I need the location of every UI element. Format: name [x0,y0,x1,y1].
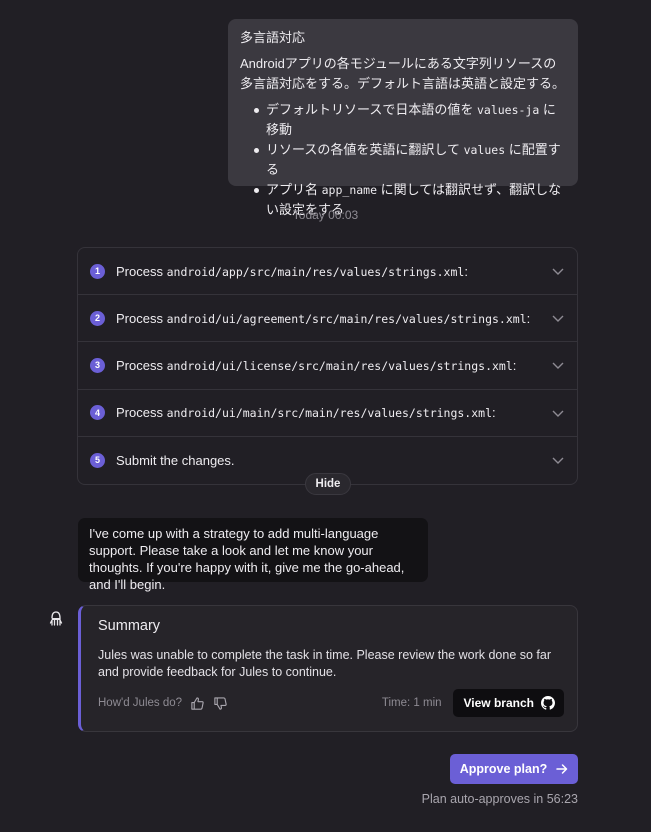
step-text: Submit the changes. [116,452,235,468]
bullet-item: リソースの各値を英語に翻訳して values に配置する [254,140,566,180]
time-label: Time: 1 min [381,697,442,709]
plan-card: 1 Process android/app/src/main/res/value… [77,247,578,485]
step-number-badge: 3 [90,357,105,373]
plan-step[interactable]: 1 Process android/app/src/main/res/value… [78,248,577,296]
step-number-badge: 2 [90,310,105,326]
step-number-badge: 5 [90,452,105,468]
feedback-prompt: How'd Jules do? [98,697,183,709]
step-text: Process android/ui/agreement/src/main/re… [116,310,531,326]
hide-plan-button[interactable]: Hide [305,473,351,495]
user-message-bubble: 多言語対応 Androidアプリの各モジュールにある文字列リソースの多言語対応を… [228,19,578,217]
approve-plan-label: Approve plan? [459,762,548,776]
step-number-badge: 1 [90,263,105,279]
chevron-down-icon[interactable] [552,313,564,323]
summary-footer: How'd Jules do? Time: 1 min View branch [98,689,564,717]
step-number-badge: 4 [90,405,105,421]
user-message-title: 多言語対応 [240,30,306,45]
view-branch-label: View branch [463,696,534,710]
auto-approve-countdown: Plan auto-approves in 56:23 [421,792,578,806]
user-message-bullets: デフォルトリソースで日本語の値を values-ja に移動 リソースの各値を英… [240,100,566,220]
step-text: Process android/ui/main/src/main/res/val… [116,405,496,421]
view-branch-button[interactable]: View branch [452,689,564,717]
thumbs-up-icon[interactable] [190,696,205,711]
plan-step[interactable]: 2 Process android/ui/agreement/src/main/… [78,295,577,343]
summary-title: Summary [98,618,161,634]
user-message-body: Androidアプリの各モジュールにある文字列リソースの多言語対応をする。デフォ… [240,56,566,91]
thumbs-down-icon[interactable] [213,696,228,711]
step-text: Process android/ui/license/src/main/res/… [116,357,517,373]
approve-plan-button[interactable]: Approve plan? [450,754,578,784]
plan-step[interactable]: 3 Process android/ui/license/src/main/re… [78,342,577,390]
jules-avatar-icon [49,611,63,626]
arrow-right-icon [556,764,568,774]
agent-message: I've come up with a strategy to add mult… [78,518,428,592]
chevron-down-icon[interactable] [552,360,564,370]
summary-body: Jules was unable to complete the task in… [98,648,552,679]
chevron-down-icon[interactable] [552,408,564,418]
message-timestamp: Today 00:03 [292,208,359,222]
github-icon [541,696,555,710]
chevron-down-icon[interactable] [552,266,564,276]
bullet-item: デフォルトリソースで日本語の値を values-ja に移動 [254,100,566,140]
summary-card: Summary Jules was unable to complete the… [78,605,578,732]
step-text: Process android/app/src/main/res/values/… [116,263,468,279]
plan-step[interactable]: 4 Process android/ui/main/src/main/res/v… [78,390,577,437]
chevron-down-icon[interactable] [552,455,564,465]
